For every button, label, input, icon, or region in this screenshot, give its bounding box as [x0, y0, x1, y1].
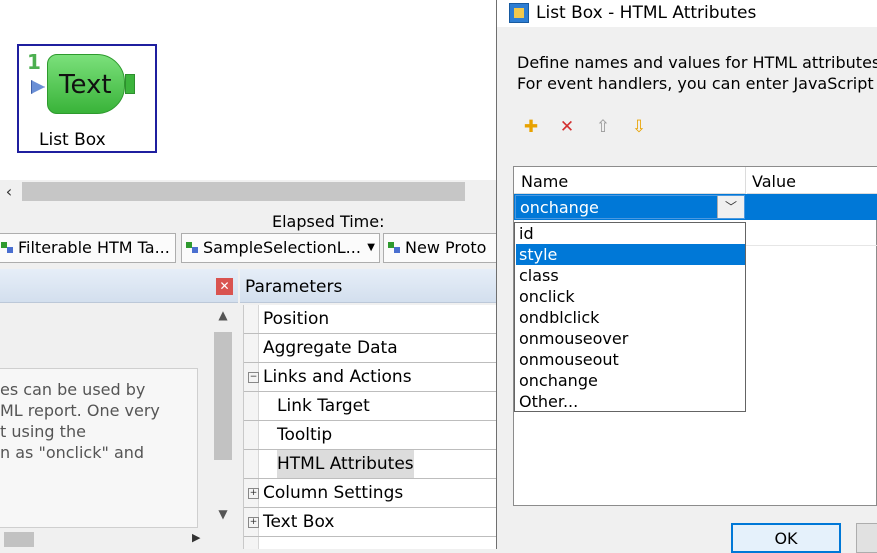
dropdown-option[interactable]: ondblclick [516, 307, 745, 328]
canvas-scroll-thumb[interactable] [22, 182, 465, 201]
tab-label: Filterable HTM Ta... [18, 238, 170, 257]
parameter-label: Text Box [263, 512, 335, 532]
help-panel-header [0, 269, 238, 303]
chevron-down-icon[interactable]: ﹀ [717, 196, 744, 218]
parameter-label: Link Target [277, 396, 370, 416]
dropdown-option[interactable]: onmouseover [516, 328, 745, 349]
tab-label: SampleSelectionL... [203, 238, 361, 257]
dropdown-option[interactable]: onclick [516, 286, 745, 307]
help-line: ML report. One very [0, 401, 160, 420]
parameter-label: Tooltip [277, 425, 333, 445]
arrow-down-icon: ⇩ [631, 117, 647, 137]
parameter-label: Aggregate Data [263, 338, 398, 358]
column-header-value-label: Value [752, 172, 796, 191]
tab-sample-selection[interactable]: SampleSelectionL... ▼ [181, 233, 380, 263]
chevron-left-icon[interactable]: ‹ [0, 180, 18, 205]
arrow-up-icon: ⇧ [595, 117, 611, 137]
dropdown-option[interactable]: id [516, 223, 745, 244]
dropdown-option[interactable]: style [516, 244, 745, 265]
dropdown-option[interactable]: onchange [516, 370, 745, 391]
attribute-name-value: onchange [520, 198, 599, 217]
dropdown-option[interactable]: class [516, 265, 745, 286]
parameter-label: Position [263, 309, 330, 329]
help-scroll-thumb[interactable] [214, 332, 232, 460]
move-up-button[interactable]: ⇧ [592, 116, 614, 138]
plus-icon: ✚ [523, 117, 539, 137]
node-label: List Box [39, 130, 106, 150]
move-down-button[interactable]: ⇩ [628, 116, 650, 138]
parameter-label: Links and Actions [263, 367, 412, 387]
document-tab-bar: Filterable HTM Ta... SampleSelectionL...… [0, 233, 499, 266]
column-header-name-label: Name [521, 172, 569, 191]
elapsed-time-label: Elapsed Time: [272, 212, 385, 231]
help-line: n as "onclick" and [0, 443, 145, 462]
parameter-label: HTML Attributes [277, 450, 414, 478]
collapse-icon[interactable]: − [248, 372, 259, 383]
parameter-item[interactable]: HTML Attributes [244, 450, 497, 479]
tab-label: New Proto [405, 238, 487, 257]
attribute-name-dropdown: id style class onclick ondblclick onmouseover… [514, 222, 746, 412]
expand-icon[interactable]: + [248, 488, 259, 499]
dialog-description: Define names and values for HTML attribu… [517, 53, 877, 72]
parameter-item[interactable]: + Text Box [244, 508, 497, 537]
parameters-tree: Position Aggregate Data − Links and Actions… [243, 305, 497, 549]
help-hscroll-thumb[interactable] [4, 532, 34, 547]
expand-icon[interactable]: + [248, 517, 259, 528]
delete-attribute-button[interactable]: ✕ [556, 116, 578, 138]
report-icon [1, 242, 14, 254]
dialog-title: List Box - HTML Attributes [536, 3, 757, 23]
chevron-down-icon[interactable]: ▼ [212, 507, 234, 521]
parameter-item[interactable]: − Links and Actions [244, 363, 497, 392]
help-line: t using the [0, 422, 86, 441]
dialog-description: For event handlers, you can enter JavaSc… [517, 74, 877, 93]
parameter-item[interactable]: Aggregate Data [244, 334, 497, 363]
dialog-app-icon [509, 3, 529, 23]
node-input-port-icon[interactable] [31, 80, 45, 94]
chevron-up-icon[interactable]: ▲ [212, 308, 234, 322]
report-icon [388, 242, 401, 254]
node-output-port-icon[interactable] [125, 74, 135, 94]
tab-filterable-html-table[interactable]: Filterable HTM Ta... [0, 233, 176, 263]
delete-x-icon: ✕ [559, 117, 575, 137]
parameter-item[interactable]: Position [244, 305, 497, 334]
parameters-title: Parameters [245, 277, 343, 297]
dropdown-option[interactable]: onmouseout [516, 349, 745, 370]
chevron-right-icon[interactable]: ▶ [192, 531, 200, 544]
chevron-down-icon[interactable]: ▼ [367, 234, 375, 262]
node-badge-text: Text [59, 70, 112, 100]
parameter-item[interactable]: Tooltip [244, 421, 497, 450]
dropdown-option[interactable]: Other... [516, 391, 745, 412]
add-attribute-button[interactable]: ✚ [520, 116, 542, 138]
help-text-box: es can be used by ML report. One very t … [0, 368, 198, 528]
parameter-item[interactable]: + Column Settings [244, 479, 497, 508]
node-number: 1 [27, 50, 41, 74]
list-box-node[interactable]: 1 Text List Box [17, 44, 157, 153]
close-icon[interactable]: ✕ [216, 278, 233, 295]
report-icon [186, 242, 199, 254]
parameter-label: Column Settings [263, 483, 404, 503]
help-line: es can be used by [0, 380, 146, 399]
parameter-item[interactable]: Link Target [244, 392, 497, 421]
tab-new-proto[interactable]: New Proto [383, 233, 499, 263]
